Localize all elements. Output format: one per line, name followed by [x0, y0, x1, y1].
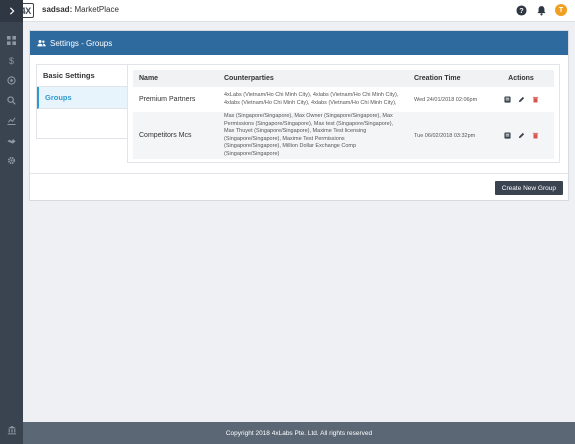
users-icon: [37, 40, 46, 47]
table-row: Competitors Mcs Max (Singapore/Singapore…: [133, 112, 554, 159]
dashboard-icon: [7, 35, 16, 45]
app-title: sadsad: MarketPlace: [42, 5, 119, 14]
svg-text:$: $: [9, 56, 14, 65]
col-name[interactable]: Name: [133, 70, 218, 87]
group-name: Competitors Mcs: [133, 112, 218, 159]
top-header: biz4X sadsad: MarketPlace ? T: [0, 0, 575, 22]
expand-rail-button[interactable]: [0, 0, 23, 22]
group-name: Premium Partners: [139, 96, 196, 103]
edit-icon[interactable]: [518, 132, 525, 139]
table-row: Premium Partners 4xLabs (Vietnam/Ho Chi …: [133, 87, 554, 112]
tab-basic-settings[interactable]: Basic Settings: [37, 65, 127, 87]
gear-icon: [7, 156, 16, 164]
view-icon[interactable]: [503, 96, 511, 103]
header-icons: ? T: [515, 4, 567, 16]
settings-tabs: Basic Settings Groups: [36, 64, 127, 139]
col-actions: Actions: [488, 70, 554, 87]
nav-settings[interactable]: [0, 150, 23, 170]
edit-icon[interactable]: [518, 96, 525, 103]
group-created: Tue 06/02/2018 03:32pm: [408, 112, 488, 159]
app-name: MarketPlace: [74, 5, 119, 14]
nav-bank[interactable]: [0, 422, 23, 438]
delete-icon[interactable]: [532, 96, 539, 103]
tab-groups[interactable]: Groups: [37, 87, 127, 109]
panel-header: Settings - Groups: [30, 31, 568, 55]
settings-panel: Settings - Groups Basic Settings Groups …: [29, 30, 569, 201]
view-icon[interactable]: [503, 132, 511, 139]
left-rail: $: [0, 0, 23, 444]
groups-table: Name Counterparties Creation Time Action…: [133, 70, 554, 159]
chevron-right-icon: [9, 7, 14, 15]
create-new-group-button[interactable]: Create New Group: [494, 181, 563, 195]
groups-content: Name Counterparties Creation Time Action…: [127, 64, 560, 163]
group-counterparties: 4xLabs (Vietnam/Ho Chi Minh City), 4xlab…: [224, 92, 399, 106]
handshake-icon: [7, 138, 16, 144]
group-created: Wed 24/01/2018 02:06pm: [414, 96, 478, 103]
dollar-icon: $: [9, 56, 14, 65]
delete-icon[interactable]: [532, 132, 539, 139]
nav-coin[interactable]: [0, 70, 23, 90]
group-counterparties: Max (Singapore/Singapore), Max Owner (Si…: [218, 112, 408, 159]
avatar[interactable]: T: [555, 4, 567, 16]
row-actions: [488, 112, 554, 159]
col-counterparties[interactable]: Counterparties: [218, 70, 408, 87]
help-icon[interactable]: ?: [515, 4, 527, 16]
nav-handshake[interactable]: [0, 130, 23, 150]
page-footer: Copyright 2018 4xLabs Pte. Ltd. All righ…: [23, 422, 575, 444]
company-name: sadsad:: [42, 5, 73, 14]
nav-dashboard[interactable]: [0, 30, 23, 50]
nav-search[interactable]: [0, 90, 23, 110]
bank-icon: [7, 425, 16, 435]
copyright-text: Copyright 2018 4xLabs Pte. Ltd. All righ…: [225, 429, 373, 437]
row-actions: [488, 87, 554, 112]
chart-icon: [7, 117, 16, 125]
col-creation-time[interactable]: Creation Time: [408, 70, 488, 87]
nav-dollar[interactable]: $: [0, 50, 23, 70]
table-header-row: Name Counterparties Creation Time Action…: [133, 70, 554, 87]
bell-icon[interactable]: [535, 4, 547, 16]
panel-title: Settings - Groups: [50, 38, 113, 48]
nav-chart[interactable]: [0, 110, 23, 130]
svg-text:?: ?: [519, 5, 524, 14]
panel-footer: Create New Group: [30, 173, 568, 201]
search-icon: [7, 95, 16, 105]
coin-icon: [7, 75, 16, 85]
